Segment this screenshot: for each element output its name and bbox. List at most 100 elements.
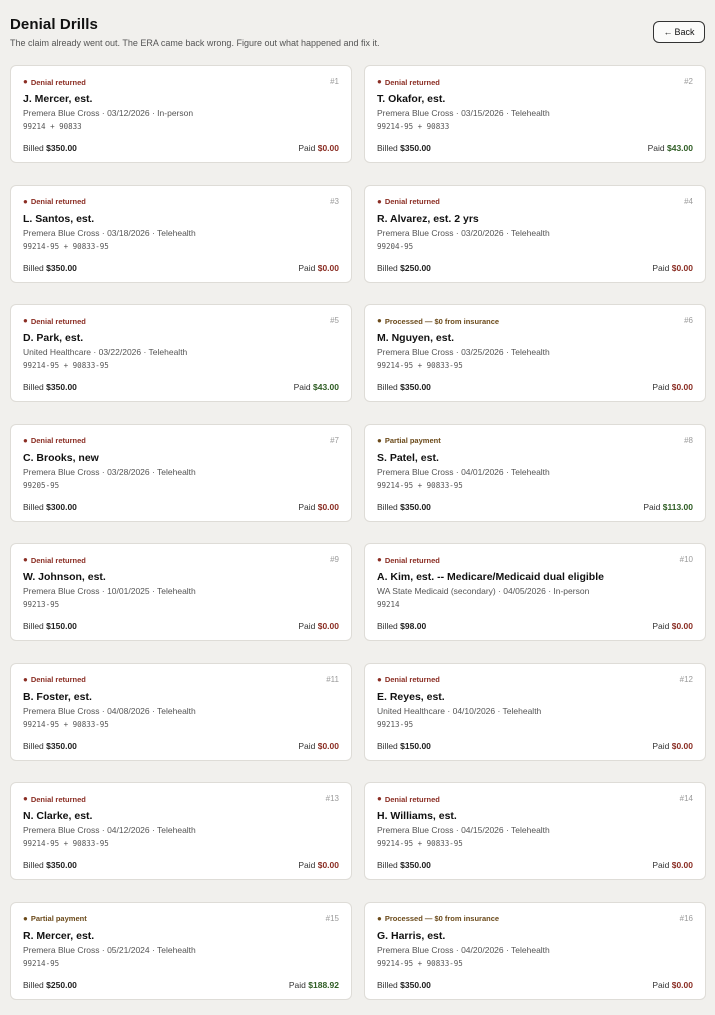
paid-value: $188.92: [308, 979, 339, 990]
paid-label: Paid: [298, 860, 316, 870]
claim-amounts: Billed $300.00 Paid $0.00: [23, 502, 339, 512]
back-button[interactable]: ← Back: [653, 21, 705, 43]
paid-amount: Paid $0.00: [652, 263, 693, 273]
paid-label: Paid: [298, 143, 316, 153]
claim-card[interactable]: ● Processed — $0 from insurance #6 M. Ng…: [364, 304, 706, 402]
claim-card[interactable]: ● Denial returned #4 R. Alvarez, est. 2 …: [364, 184, 706, 283]
status-badge: ● Denial returned: [377, 675, 693, 685]
paid-label: Paid: [652, 740, 670, 751]
claim-number: #9: [330, 555, 339, 564]
claim-meta: Premera Blue Cross · 04/15/2026 · Telehe…: [377, 825, 550, 835]
claim-card[interactable]: ● Denial returned #10 A. Kim, est. -- Me…: [364, 543, 706, 641]
patient-name: W. Johnson, est.: [23, 571, 106, 583]
paid-label: Paid: [652, 262, 670, 273]
procedure-codes: 99214-95 + 90833-95: [23, 241, 109, 251]
patient-name: J. Mercer, est.: [23, 93, 93, 105]
patient-name: A. Kim, est. -- Medicare/Medicaid dual e…: [377, 571, 604, 583]
claim-card[interactable]: ● Denial returned #2 T. Okafor, est. Pre…: [364, 65, 706, 163]
billed-label: Billed: [23, 860, 44, 870]
billed-label: Billed: [377, 979, 398, 990]
claim-meta: Premera Blue Cross · 03/25/2026 · Telehe…: [377, 347, 550, 357]
claim-meta: Premera Blue Cross · 04/12/2026 · Telehe…: [23, 825, 196, 835]
status-badge: ● Denial returned: [377, 555, 693, 565]
claim-amounts: Billed $98.00 Paid $0.00: [377, 621, 693, 631]
status-badge: ● Denial returned: [23, 77, 339, 87]
claim-card[interactable]: ● Denial returned #13 N. Clarke, est. Pr…: [10, 782, 352, 880]
claim-card[interactable]: ● Processed — $0 from insurance #16 G. H…: [364, 901, 706, 1000]
patient-name: D. Park, est.: [23, 332, 84, 344]
billed-value: $350.00: [400, 860, 431, 870]
status-label: Processed — $0 from insurance: [384, 316, 500, 326]
claim-card[interactable]: ● Denial returned #1 J. Mercer, est. Pre…: [10, 65, 352, 163]
status-label: Partial payment: [30, 914, 87, 923]
status-badge: ● Denial returned: [377, 197, 693, 207]
paid-label: Paid: [298, 501, 316, 512]
status-label: Denial returned: [30, 197, 86, 206]
paid-amount: Paid $0.00: [298, 860, 339, 870]
status-dot-icon: ●: [23, 913, 28, 923]
billed-amount: Billed $98.00: [377, 621, 426, 631]
claim-number: #3: [330, 196, 339, 206]
status-badge: ● Denial returned: [23, 436, 339, 446]
billed-label: Billed: [377, 143, 398, 153]
claim-card[interactable]: ● Partial payment #15 R. Mercer, est. Pr…: [10, 901, 352, 1000]
paid-amount: Paid $43.00: [294, 382, 339, 392]
status-label: Denial returned: [384, 555, 440, 565]
billed-label: Billed: [23, 382, 44, 392]
claim-card[interactable]: ● Denial returned #3 L. Santos, est. Pre…: [10, 184, 352, 283]
paid-label: Paid: [652, 860, 670, 870]
billed-amount: Billed $150.00: [23, 621, 77, 631]
paid-value: $0.00: [317, 143, 339, 153]
claim-card[interactable]: ● Partial payment #8 S. Patel, est. Prem…: [364, 423, 706, 522]
paid-label: Paid: [298, 621, 316, 631]
status-dot-icon: ●: [23, 316, 28, 325]
billed-value: $350.00: [400, 501, 431, 512]
procedure-codes: 99214-95 + 90833-95: [377, 839, 463, 848]
claim-meta: United Healthcare · 04/10/2026 · Telehea…: [377, 705, 542, 716]
billed-amount: Billed $350.00: [23, 860, 77, 870]
claim-number: #15: [325, 913, 339, 923]
billed-label: Billed: [377, 740, 398, 751]
claim-meta: Premera Blue Cross · 04/08/2026 · Telehe…: [23, 705, 196, 716]
claim-meta: Premera Blue Cross · 05/21/2024 · Telehe…: [23, 944, 196, 955]
status-label: Denial returned: [30, 675, 86, 684]
billed-value: $350.00: [400, 979, 431, 990]
claim-amounts: Billed $350.00 Paid $0.00: [377, 382, 693, 392]
claim-card[interactable]: ● Denial returned #14 H. Williams, est. …: [364, 782, 706, 880]
billed-value: $350.00: [46, 262, 77, 273]
status-label: Denial returned: [384, 197, 440, 206]
claim-card[interactable]: ● Denial returned #5 D. Park, est. Unite…: [10, 304, 352, 402]
claim-amounts: Billed $150.00 Paid $0.00: [377, 741, 693, 751]
status-dot-icon: ●: [377, 794, 382, 803]
billed-label: Billed: [377, 382, 398, 392]
claim-card[interactable]: ● Denial returned #9 W. Johnson, est. Pr…: [10, 543, 352, 641]
claim-number: #8: [684, 435, 693, 445]
claim-amounts: Billed $350.00 Paid $43.00: [23, 382, 339, 392]
claim-card[interactable]: ● Denial returned #12 E. Reyes, est. Uni…: [364, 662, 706, 761]
status-dot-icon: ●: [377, 913, 382, 923]
claim-amounts: Billed $150.00 Paid $0.00: [23, 621, 339, 631]
paid-amount: Paid $188.92: [289, 980, 339, 990]
status-badge: ● Denial returned: [377, 77, 693, 87]
patient-name: R. Alvarez, est. 2 yrs: [377, 212, 479, 225]
paid-label: Paid: [298, 740, 316, 751]
status-label: Denial returned: [30, 436, 86, 445]
status-badge: ● Processed — $0 from insurance: [377, 914, 693, 924]
claim-card[interactable]: ● Denial returned #7 C. Brooks, new Prem…: [10, 423, 352, 522]
billed-amount: Billed $350.00: [377, 502, 431, 512]
page-header: Denial Drills The claim already went out…: [10, 16, 705, 56]
billed-amount: Billed $150.00: [377, 741, 431, 751]
claim-number: #11: [326, 674, 339, 684]
status-badge: ● Denial returned: [23, 197, 339, 207]
paid-amount: Paid $0.00: [298, 741, 339, 751]
procedure-codes: 99213-95: [377, 719, 414, 729]
status-label: Denial returned: [30, 794, 86, 804]
status-label: Denial returned: [30, 555, 86, 565]
claim-amounts: Billed $350.00 Paid $0.00: [23, 741, 339, 751]
status-badge: ● Partial payment: [23, 914, 339, 924]
claim-card[interactable]: ● Denial returned #11 B. Foster, est. Pr…: [10, 662, 352, 761]
paid-value: $0.00: [671, 621, 693, 631]
patient-name: E. Reyes, est.: [377, 690, 445, 703]
billed-value: $350.00: [400, 382, 431, 392]
patient-name: C. Brooks, new: [23, 451, 99, 464]
